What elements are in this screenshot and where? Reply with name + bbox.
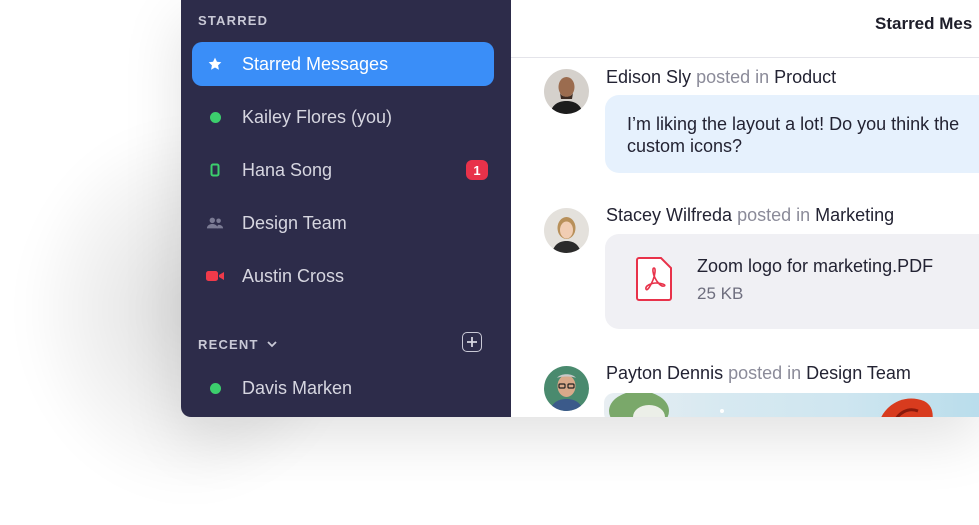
group-icon xyxy=(206,214,224,232)
sidebar-item-label: Austin Cross xyxy=(242,265,345,286)
file-name: Zoom logo for marketing.PDF xyxy=(697,256,934,276)
unread-badge: 1 xyxy=(466,160,488,180)
online-dot-icon xyxy=(206,379,224,397)
posted-in-text: posted in xyxy=(737,205,811,225)
video-camera-icon xyxy=(206,267,224,285)
sidebar-item-label: Kailey Flores (you) xyxy=(242,106,393,127)
star-icon xyxy=(206,55,224,73)
post-author[interactable]: Stacey Wilfreda xyxy=(606,205,732,225)
sidebar-item-label: Davis Marken xyxy=(242,377,353,398)
main-panel: Starred Mes Edison Sly posted in Product… xyxy=(511,0,979,417)
add-contact-button[interactable] xyxy=(462,332,482,352)
file-attachment[interactable]: Zoom logo for marketing.PDF 25 KB xyxy=(605,234,979,329)
plus-icon xyxy=(466,336,478,348)
avatar-payton-dennis[interactable] xyxy=(544,366,589,411)
sidebar-item-austin-cross[interactable]: Austin Cross xyxy=(192,254,494,298)
post-author[interactable]: Payton Dennis xyxy=(606,363,723,383)
main-header: Starred Mes xyxy=(511,0,979,58)
sidebar-item-davis-marken[interactable]: Davis Marken xyxy=(192,366,494,410)
post-header: Stacey Wilfreda posted in Marketing xyxy=(606,205,894,226)
message-bubble[interactable]: I’m liking the layout a lot! Do you thin… xyxy=(605,95,979,173)
post-author[interactable]: Edison Sly xyxy=(606,67,691,87)
page-title: Starred Mes xyxy=(875,14,973,33)
sidebar-item-label: Starred Messages xyxy=(242,53,389,74)
image-attachment[interactable] xyxy=(604,393,979,417)
image-preview xyxy=(609,393,933,417)
post-channel[interactable]: Marketing xyxy=(815,205,894,225)
post-header: Payton Dennis posted in Design Team xyxy=(606,363,911,384)
recent-section-toggle[interactable]: RECENT xyxy=(198,333,494,355)
file-size: 25 KB xyxy=(697,284,744,303)
starred-section-title: STARRED xyxy=(198,13,269,28)
post-header: Edison Sly posted in Product xyxy=(606,67,836,88)
posted-in-text: posted in xyxy=(696,67,770,87)
chevron-down-icon xyxy=(267,340,277,348)
online-dot-icon xyxy=(206,108,224,126)
pdf-file-icon xyxy=(635,256,673,302)
recent-section-title: RECENT xyxy=(198,336,259,352)
sidebar-item-label: Hana Song xyxy=(242,159,333,180)
post-channel[interactable]: Product xyxy=(774,67,836,87)
sidebar-item-label: Design Team xyxy=(242,212,347,233)
post-channel[interactable]: Design Team xyxy=(806,363,911,383)
sidebar-item-design-team[interactable]: Design Team xyxy=(192,201,494,245)
sidebar-item-hana-song[interactable]: Hana Song 1 xyxy=(192,148,494,192)
sidebar-item-starred-messages[interactable]: Starred Messages xyxy=(192,42,494,86)
sidebar-item-kailey-flores[interactable]: Kailey Flores (you) xyxy=(192,95,494,139)
avatar-edison-sly[interactable] xyxy=(544,69,589,114)
sidebar: STARRED Starred Messages Kailey Flores (… xyxy=(181,0,511,417)
mobile-icon xyxy=(206,161,224,179)
avatar-stacey-wilfreda[interactable] xyxy=(544,208,589,253)
posted-in-text: posted in xyxy=(728,363,802,383)
chat-window: STARRED Starred Messages Kailey Flores (… xyxy=(181,0,979,417)
